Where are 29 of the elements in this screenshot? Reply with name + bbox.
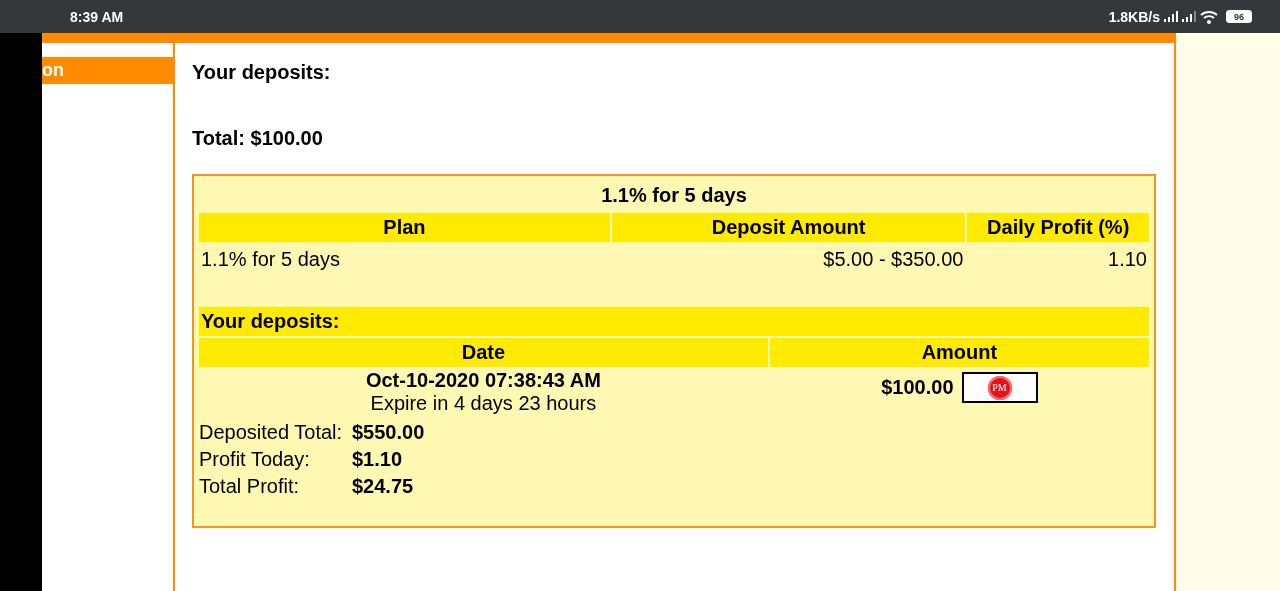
table-cell-text: 1.1% for 5 days	[200, 247, 341, 272]
clock-time: 8:39 AM	[70, 8, 124, 25]
total-text: Total: $100.00	[192, 127, 324, 150]
payment-logo: PM	[961, 372, 1038, 403]
sidebar-item[interactable]: on	[42, 57, 173, 84]
expiry-text: Expire in 4 days 23 hours	[369, 392, 598, 415]
summary-value: $550.00	[352, 420, 426, 445]
summary-value: $1.10	[352, 447, 404, 472]
plan-title: 1.1% for 5 days	[600, 183, 748, 208]
section-header: Your deposits:	[199, 307, 1149, 336]
page-heading: Your deposits:	[192, 60, 332, 85]
wifi-icon	[1200, 9, 1218, 24]
column-header: Plan	[199, 213, 610, 242]
column-header: Daily Profit (%)	[967, 213, 1149, 242]
signal-icon	[1164, 11, 1178, 22]
summary-value: $24.75	[352, 474, 415, 499]
deposit-amount: $100.00	[881, 376, 954, 399]
column-header: Amount	[769, 338, 1149, 367]
column-header: Date	[199, 338, 768, 367]
summary-label: Profit Today:	[199, 447, 311, 472]
table-cell-text: $5.00 - $350.00	[822, 247, 965, 272]
battery-icon: 96	[1226, 10, 1252, 23]
table-cell-text: 1.10	[1107, 247, 1148, 272]
deposit-date: Oct-10-2020 07:38:43 AM	[364, 369, 602, 392]
column-header: Deposit Amount	[611, 213, 966, 242]
signal-icon	[1182, 11, 1196, 22]
network-speed: 1.8KB/s	[1108, 8, 1160, 25]
summary-label: Total Profit:	[199, 474, 301, 499]
summary-label: Deposited Total:	[199, 420, 344, 445]
